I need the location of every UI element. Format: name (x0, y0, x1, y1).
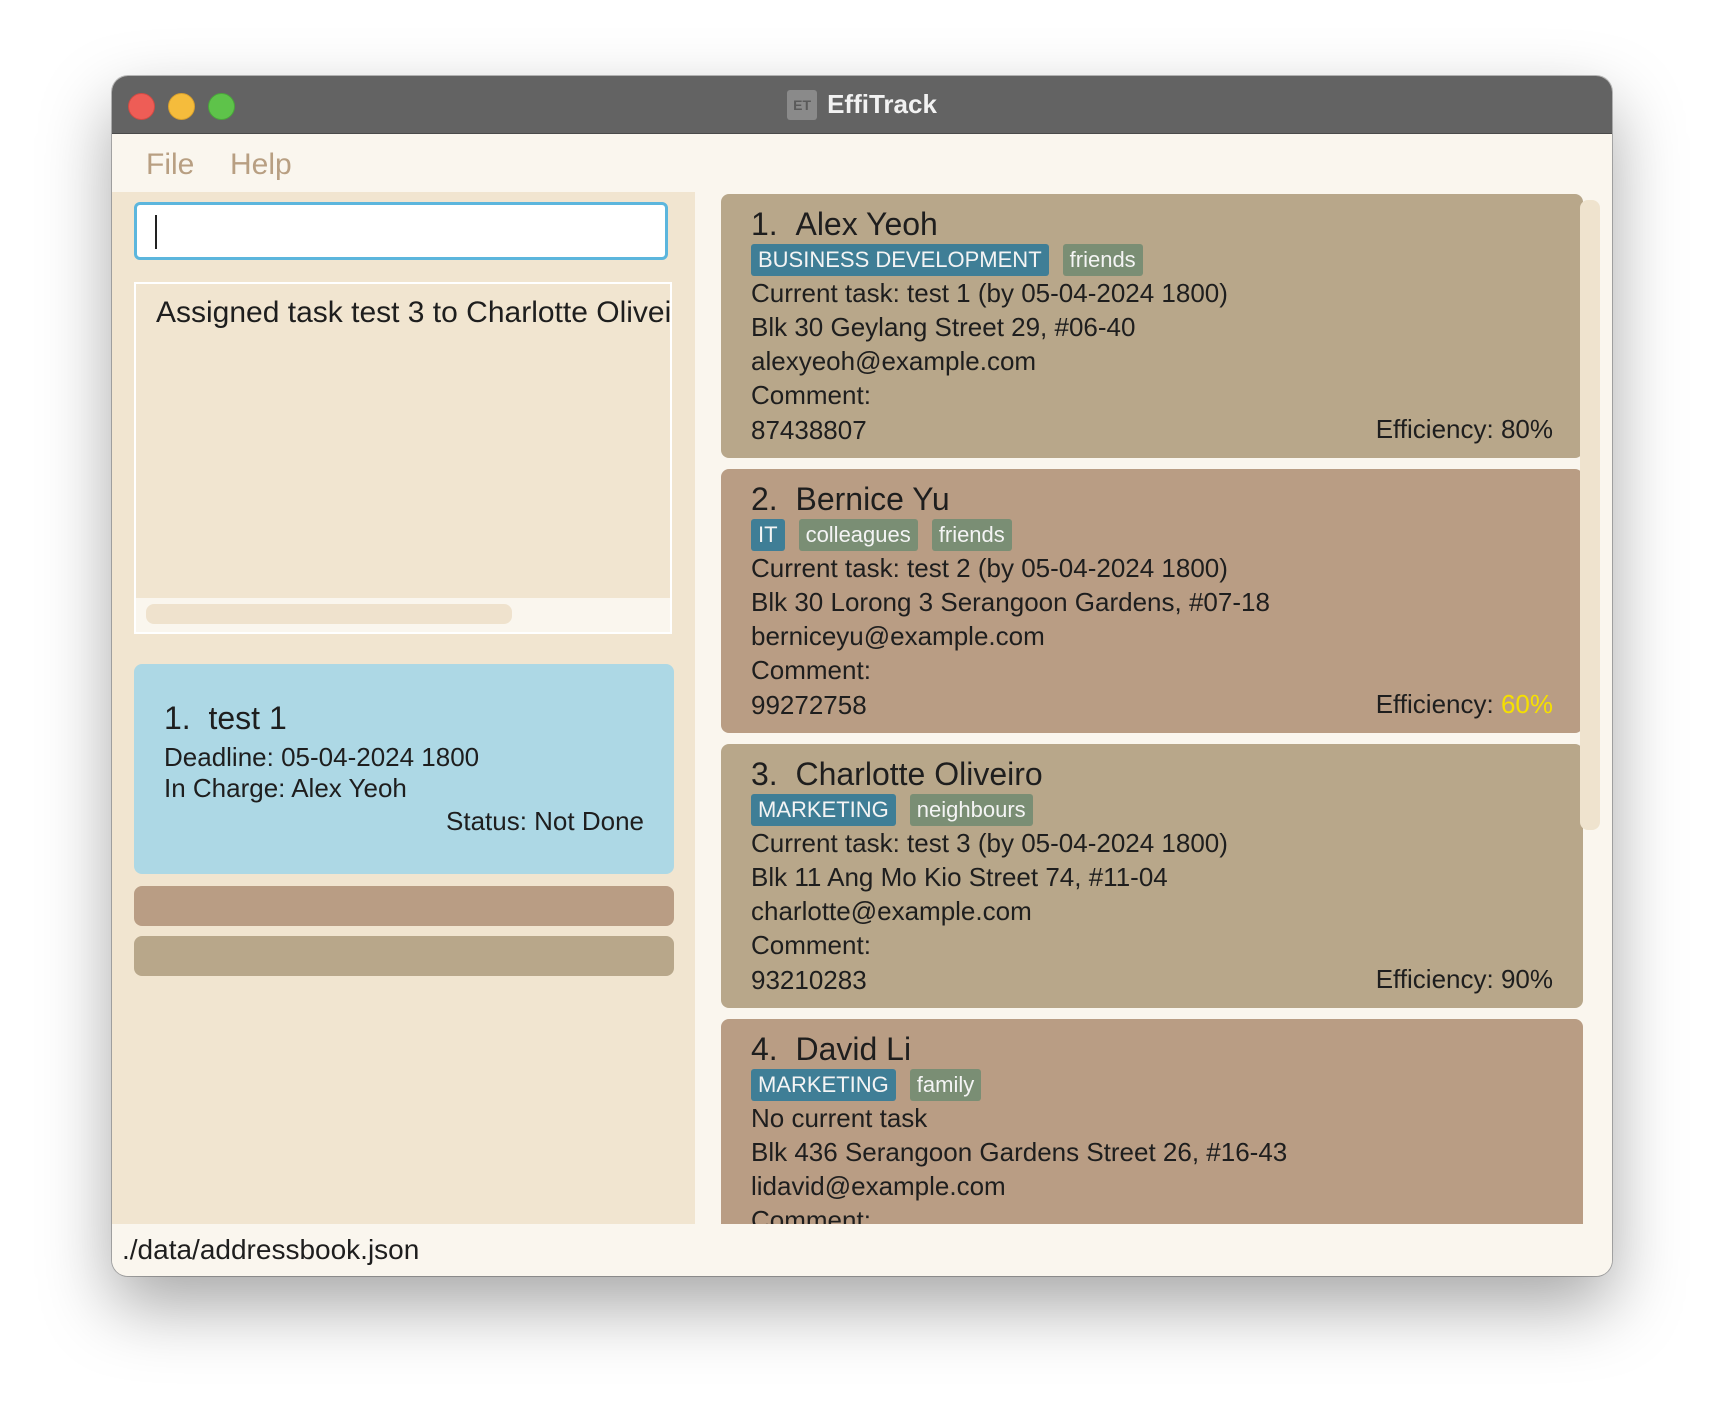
person-address: Blk 11 Ang Mo Kio Street 74, #11-04 (751, 862, 1168, 892)
person-tag: friends (1062, 244, 1143, 276)
person-efficiency: Efficiency: 60% (1376, 689, 1553, 720)
person-name-text: Charlotte Oliveiro (795, 756, 1043, 792)
efficiency-label: Efficiency: (1375, 689, 1494, 719)
person-email: charlotte@example.com (751, 896, 1032, 926)
person-comment: Comment: (751, 1205, 871, 1224)
person-index: 4. (751, 1031, 778, 1067)
task-title: 1. test 1 (164, 700, 287, 737)
task-deadline: Deadline: 05-04-2024 1800 (164, 742, 480, 772)
result-scrollbar-thumb[interactable] (146, 604, 512, 624)
person-index: 3. (751, 756, 778, 792)
person-tags: MARKETING family (751, 1069, 982, 1101)
task-index: 1. (164, 700, 191, 736)
person-name-text: David Li (795, 1031, 912, 1067)
person-tag: colleagues (798, 519, 918, 551)
person-phone: 99272758 (751, 690, 867, 720)
task-card[interactable]: 1. test 1 Deadline: 05-04-2024 1800 In C… (134, 664, 674, 874)
app-icon: ET (787, 89, 818, 120)
person-efficiency: Efficiency: 80% (1376, 414, 1553, 445)
person-name: 4. David Li (751, 1031, 911, 1068)
person-tag: neighbours (909, 794, 1033, 826)
efficiency-label: Efficiency: (1375, 414, 1494, 444)
window-title: EffiTrack (827, 89, 937, 119)
person-tag: family (909, 1069, 982, 1101)
department-tag: IT (751, 519, 785, 551)
department-tag: BUSINESS DEVELOPMENT (751, 244, 1049, 276)
person-name-text: Alex Yeoh (795, 206, 938, 242)
efficiency-value: 80% (1500, 414, 1553, 444)
person-name-text: Bernice Yu (795, 481, 950, 517)
person-tags: MARKETING neighbours (751, 794, 1033, 826)
person-current-task: No current task (751, 1103, 928, 1133)
person-card[interactable]: 1. Alex Yeoh BUSINESS DEVELOPMENT friend… (721, 194, 1583, 458)
person-name: 1. Alex Yeoh (751, 206, 938, 243)
result-horizontal-scrollbar[interactable] (136, 598, 670, 632)
person-card[interactable]: 4. David Li MARKETING family No current … (721, 1019, 1583, 1224)
person-phone: 87438807 (751, 415, 867, 445)
person-list: 1. Alex Yeoh BUSINESS DEVELOPMENT friend… (695, 192, 1612, 1224)
efficiency-label: Efficiency: (1375, 964, 1494, 994)
person-card[interactable]: 2. Bernice Yu IT colleagues friends Curr… (721, 469, 1583, 733)
result-display: Assigned task test 3 to Charlotte Olivei… (134, 282, 672, 634)
menu-help[interactable]: Help (230, 148, 292, 182)
menu-file[interactable]: File (146, 148, 194, 182)
title-wrap: ET EffiTrack (112, 76, 1612, 133)
text-caret (155, 215, 157, 249)
task-name: test 1 (208, 700, 287, 736)
menu-bar: File Help (112, 134, 1612, 194)
department-tag: MARKETING (751, 1069, 896, 1101)
person-tag: friends (931, 519, 1012, 551)
person-comment: Comment: (751, 380, 871, 410)
app-window: ET EffiTrack File Help Assigned task tes… (112, 76, 1612, 1276)
person-tags: BUSINESS DEVELOPMENT friends (751, 244, 1143, 276)
person-card[interactable]: 3. Charlotte Oliveiro MARKETING neighbou… (721, 744, 1583, 1008)
person-address: Blk 30 Lorong 3 Serangoon Gardens, #07-1… (751, 587, 1270, 617)
person-list-scrollbar[interactable] (1580, 200, 1600, 830)
status-bar: ./data/addressbook.json (112, 1224, 1612, 1276)
person-email: berniceyu@example.com (751, 621, 1045, 651)
command-input[interactable] (134, 202, 668, 260)
person-name: 3. Charlotte Oliveiro (751, 756, 1043, 793)
person-phone: 93210283 (751, 965, 867, 995)
person-current-task: Current task: test 1 (by 05-04-2024 1800… (751, 278, 1228, 308)
person-efficiency: Efficiency: 90% (1376, 964, 1553, 995)
person-email: lidavid@example.com (751, 1171, 1006, 1201)
task-status: Status: Not Done (446, 806, 644, 836)
person-tags: IT colleagues friends (751, 519, 1012, 551)
person-name: 2. Bernice Yu (751, 481, 950, 518)
person-current-task: Current task: test 2 (by 05-04-2024 1800… (751, 553, 1228, 583)
efficiency-value: 90% (1500, 964, 1553, 994)
person-address: Blk 436 Serangoon Gardens Street 26, #16… (751, 1137, 1288, 1167)
title-bar: ET EffiTrack (112, 76, 1612, 134)
person-comment: Comment: (751, 930, 871, 960)
person-email: alexyeoh@example.com (751, 346, 1037, 376)
task-card-empty[interactable] (134, 886, 674, 926)
task-in-charge: In Charge: Alex Yeoh (164, 773, 407, 803)
data-file-path: ./data/addressbook.json (122, 1234, 420, 1265)
person-current-task: Current task: test 3 (by 05-04-2024 1800… (751, 828, 1228, 858)
person-index: 2. (751, 481, 778, 517)
efficiency-value: 60% (1500, 689, 1553, 719)
task-card-empty[interactable] (134, 936, 674, 976)
person-index: 1. (751, 206, 778, 242)
person-address: Blk 30 Geylang Street 29, #06-40 (751, 312, 1136, 342)
department-tag: MARKETING (751, 794, 896, 826)
result-message: Assigned task test 3 to Charlotte Olivei… (156, 296, 672, 329)
left-pane: Assigned task test 3 to Charlotte Olivei… (112, 192, 695, 1224)
person-comment: Comment: (751, 655, 871, 685)
